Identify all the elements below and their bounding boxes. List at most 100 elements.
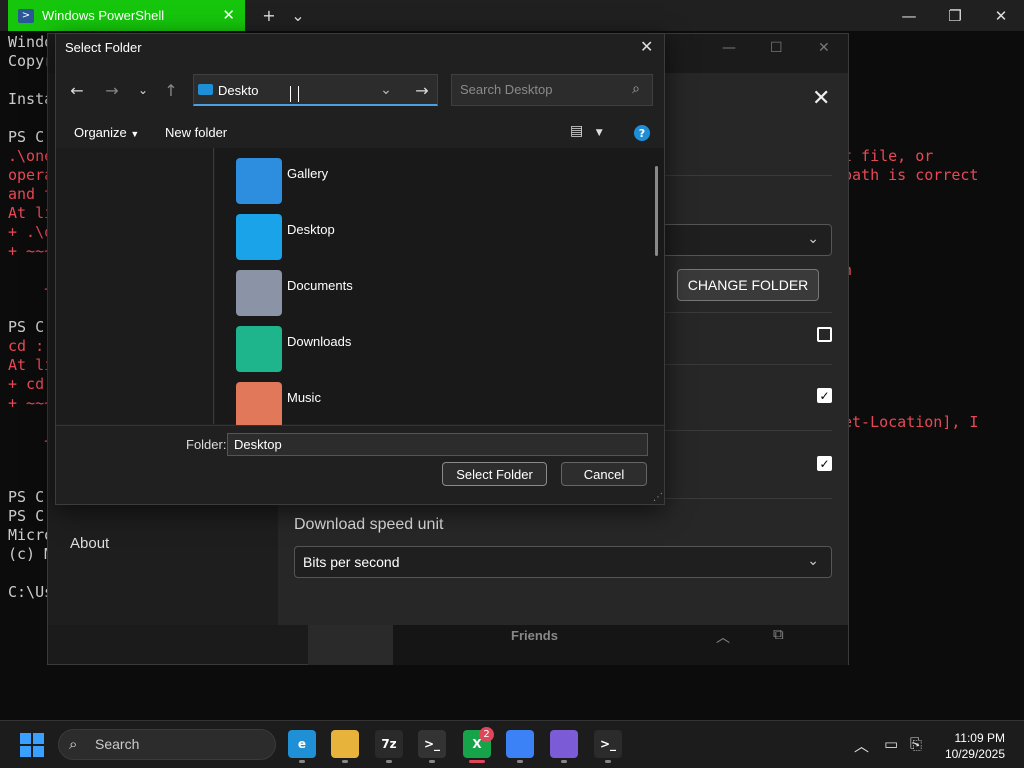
terminal-tab-title: Windows PowerShell xyxy=(42,8,165,23)
maximize-button[interactable]: ❐ xyxy=(932,0,978,31)
close-icon[interactable]: ✕ xyxy=(222,6,235,24)
taskbar-search[interactable]: ⌕ Search xyxy=(58,729,276,760)
recent-chevron-icon[interactable]: ⌄ xyxy=(132,80,154,100)
running-indicator xyxy=(605,760,611,763)
checkbox-off[interactable] xyxy=(817,327,832,342)
taskbar-search-label: Search xyxy=(95,736,140,752)
up-arrow-icon[interactable]: ↑ xyxy=(160,80,182,100)
help-icon[interactable]: ? xyxy=(634,125,650,141)
running-indicator xyxy=(342,760,348,763)
terminal-line: t file, or xyxy=(843,147,934,165)
app-close-icon[interactable]: ✕ xyxy=(818,40,830,56)
gallery-folder-icon xyxy=(236,158,282,204)
chevron-down-icon: ⌄ xyxy=(807,231,819,247)
go-arrow-icon[interactable]: → xyxy=(406,74,438,106)
navigation-pane[interactable] xyxy=(56,148,214,424)
select-folder-button[interactable]: Select Folder xyxy=(442,462,547,486)
notification-badge: 2 xyxy=(479,727,494,742)
chevron-down-icon: ▼ xyxy=(595,128,603,138)
sidebar-item-about[interactable]: About xyxy=(70,535,109,552)
friends-label: Friends xyxy=(511,628,558,643)
download-speed-dropdown[interactable]: Bits per second ⌄ xyxy=(294,546,832,578)
back-arrow-icon[interactable]: ← xyxy=(66,80,88,100)
folder-item-label: Desktop xyxy=(287,222,335,237)
search-input[interactable] xyxy=(460,82,620,97)
screen-icon[interactable]: ▭ xyxy=(884,735,898,753)
running-indicator xyxy=(517,760,523,763)
desktop-folder-icon xyxy=(236,214,282,260)
file-explorer-icon[interactable] xyxy=(331,730,359,758)
dialog-title: Select Folder xyxy=(65,40,142,55)
folder-item-label: Downloads xyxy=(287,334,352,349)
7zip-icon[interactable]: 7z xyxy=(375,730,403,758)
minimize-button[interactable]: — xyxy=(886,0,932,31)
download-speed-label: Download speed unit xyxy=(294,516,444,533)
scrollbar[interactable] xyxy=(655,166,658,256)
powershell-icon[interactable]: >_ xyxy=(594,730,622,758)
chevron-down-icon: ▼ xyxy=(130,129,140,139)
friends-thumbnail xyxy=(308,625,393,665)
close-window-button[interactable]: ✕ xyxy=(978,0,1024,31)
cancel-button[interactable]: Cancel xyxy=(561,462,647,486)
store-icon[interactable] xyxy=(506,730,534,758)
folder-item-label: Gallery xyxy=(287,166,329,181)
running-indicator xyxy=(429,760,435,763)
folder-item-desktop[interactable]: Desktop xyxy=(233,214,633,266)
folder-item-label: Music xyxy=(287,390,321,405)
terminal-line: path is correct xyxy=(843,166,979,184)
search-icon: ⌕ xyxy=(69,735,78,753)
change-folder-button[interactable]: CHANGE FOLDER xyxy=(677,269,819,301)
dialog-close-icon[interactable]: ✕ xyxy=(640,37,653,56)
folder-label: Folder: xyxy=(186,437,227,452)
folder-item-label: Documents xyxy=(287,278,353,293)
desktop-icon xyxy=(198,84,213,95)
edge-icon[interactable]: e xyxy=(288,730,316,758)
new-folder-button[interactable]: New folder xyxy=(165,125,227,140)
folder-name-input[interactable]: Desktop xyxy=(227,433,648,456)
app-minimize-icon[interactable]: — xyxy=(722,40,736,56)
search-icon: ⌕ xyxy=(632,81,640,97)
checkbox-on[interactable]: ✓ xyxy=(817,456,832,471)
documents-folder-icon xyxy=(236,270,282,316)
folder-item-gallery[interactable]: Gallery xyxy=(233,158,633,210)
network-icon[interactable]: ⎘ xyxy=(910,735,922,753)
clock-time: 11:09 PM xyxy=(954,731,1005,745)
address-dropdown-icon[interactable]: ⌄ xyxy=(370,74,402,106)
friends-bar: Friends ︿ ⧉ xyxy=(308,625,848,665)
folder-item-downloads[interactable]: Downloads xyxy=(233,326,633,378)
checkbox-on[interactable]: ✓ xyxy=(817,388,832,403)
chevron-up-icon[interactable]: ︿ xyxy=(854,735,869,756)
copilot-icon[interactable] xyxy=(550,730,578,758)
settings-close-icon[interactable]: ✕ xyxy=(812,86,830,111)
app-maximize-icon[interactable]: ☐ xyxy=(770,40,783,56)
terminal-tab-bar: > Windows PowerShell ✕ + ⌄ — ❐ ✕ xyxy=(0,0,1024,31)
organize-button[interactable]: Organize ▼ xyxy=(74,125,139,140)
view-icon: ▤ xyxy=(570,123,584,139)
downloads-folder-icon xyxy=(236,326,282,372)
terminal-app-icon[interactable]: >_ xyxy=(418,730,446,758)
text-cursor-icon xyxy=(290,86,299,102)
settings-dropdown[interactable]: ⌄ xyxy=(640,224,832,256)
windows-start-icon[interactable] xyxy=(20,733,44,757)
resize-grip-icon[interactable]: ⋰ xyxy=(653,492,663,503)
music-folder-icon xyxy=(236,382,282,428)
chevron-up-icon[interactable]: ︿ xyxy=(716,627,730,647)
view-options-button[interactable]: ▤ ▼ xyxy=(570,123,610,143)
powershell-icon: > xyxy=(18,8,34,23)
running-indicator xyxy=(386,760,392,763)
terminal-line: et-Location], I xyxy=(843,413,979,431)
running-indicator xyxy=(561,760,567,763)
terminal-tab[interactable]: > Windows PowerShell ✕ xyxy=(8,0,245,31)
running-indicator xyxy=(299,760,305,763)
search-box[interactable]: ⌕ xyxy=(451,74,653,106)
new-tab-button[interactable]: + xyxy=(257,4,281,26)
folder-item-documents[interactable]: Documents xyxy=(233,270,633,322)
popout-icon[interactable]: ⧉ xyxy=(773,625,784,643)
clock-date: 10/29/2025 xyxy=(944,747,1005,761)
address-input[interactable]: Deskto xyxy=(218,83,258,98)
forward-arrow-icon[interactable]: → xyxy=(101,80,123,100)
chevron-down-icon: ⌄ xyxy=(807,553,819,569)
running-indicator xyxy=(469,760,485,763)
chevron-down-icon[interactable]: ⌄ xyxy=(286,4,310,26)
clock[interactable]: 11:09 PM 10/29/2025 xyxy=(940,730,1005,762)
